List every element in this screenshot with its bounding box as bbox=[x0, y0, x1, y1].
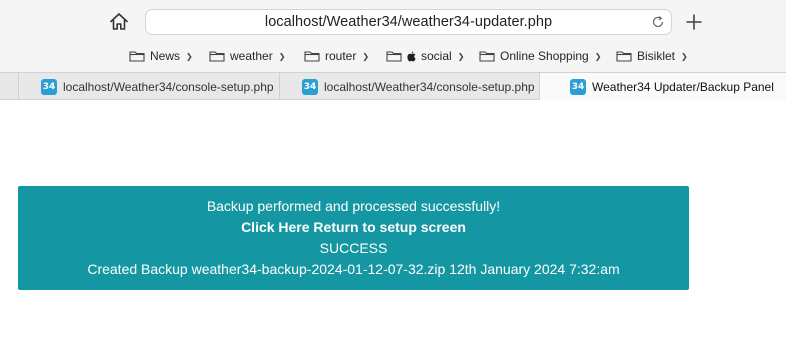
chevron-down-icon: ❯ bbox=[457, 51, 465, 61]
browser-chrome: localhost/Weather34/weather34-updater.ph… bbox=[0, 0, 786, 100]
chevron-down-icon: ❯ bbox=[362, 51, 370, 61]
chevron-down-icon: ❯ bbox=[278, 51, 286, 61]
success-banner: Backup performed and processed successfu… bbox=[18, 186, 689, 290]
folder-icon bbox=[209, 51, 225, 62]
tab-console-setup-1[interactable]: 34 localhost/Weather34/console-setup.php bbox=[18, 73, 280, 100]
url-text: localhost/Weather34/weather34-updater.ph… bbox=[264, 14, 553, 30]
bookmark-bisiklet[interactable]: Bisiklet ❯ bbox=[616, 44, 688, 68]
address-bar[interactable]: localhost/Weather34/weather34-updater.ph… bbox=[145, 9, 672, 35]
bookmarks-bar: News ❯ weather ❯ router ❯ social ❯ Onlin… bbox=[0, 44, 786, 68]
folder-icon bbox=[479, 51, 495, 62]
tab-label: Weather34 Updater/Backup Panel bbox=[592, 79, 774, 94]
bookmark-label: Bisiklet bbox=[637, 49, 676, 63]
bookmark-label: News bbox=[150, 49, 181, 63]
home-icon bbox=[110, 12, 128, 30]
bookmark-online-shopping[interactable]: Online Shopping ❯ bbox=[479, 44, 601, 68]
bookmark-router[interactable]: router ❯ bbox=[304, 44, 369, 68]
backup-created-text: Created Backup weather34-backup-2024-01-… bbox=[87, 261, 620, 277]
backup-success-message: Backup performed and processed successfu… bbox=[206, 198, 501, 214]
chevron-down-icon: ❯ bbox=[186, 51, 193, 61]
bookmark-label: social bbox=[421, 49, 452, 63]
folder-icon bbox=[386, 51, 402, 62]
tab-label: localhost/Weather34/console-setup.php bbox=[324, 79, 535, 94]
new-tab-button[interactable] bbox=[684, 12, 704, 32]
browser-toolbar: localhost/Weather34/weather34-updater.ph… bbox=[0, 0, 786, 42]
home-button[interactable] bbox=[108, 10, 130, 32]
folder-icon bbox=[304, 51, 320, 62]
weather34-favicon-icon: 34 bbox=[41, 78, 57, 95]
tab-updater-backup-panel[interactable]: 34 Weather34 Updater/Backup Panel bbox=[540, 73, 786, 100]
chevron-down-icon: ❯ bbox=[594, 51, 602, 61]
tab-console-setup-2[interactable]: 34 localhost/Weather34/console-setup.php bbox=[280, 73, 540, 100]
weather34-favicon-icon: 34 bbox=[570, 78, 586, 95]
chevron-down-icon: ❯ bbox=[681, 51, 688, 61]
reload-icon[interactable] bbox=[651, 15, 665, 29]
bookmark-label: Online Shopping bbox=[500, 49, 589, 63]
bookmark-social[interactable]: social ❯ bbox=[386, 44, 464, 68]
weather34-favicon-icon: 34 bbox=[302, 78, 318, 95]
folder-icon bbox=[129, 51, 145, 62]
status-text: SUCCESS bbox=[319, 240, 388, 256]
return-to-setup-link[interactable]: Click Here Return to setup screen bbox=[241, 217, 466, 238]
bookmark-weather[interactable]: weather ❯ bbox=[209, 44, 285, 68]
tab-label: localhost/Weather34/console-setup.php bbox=[63, 79, 274, 94]
page-content: Backup performed and processed successfu… bbox=[0, 101, 786, 360]
bookmark-label: weather bbox=[230, 49, 273, 63]
folder-icon bbox=[616, 51, 632, 62]
plus-icon bbox=[686, 14, 702, 30]
bookmark-label: router bbox=[325, 49, 357, 63]
bookmark-news[interactable]: News ❯ bbox=[129, 44, 193, 68]
tab-bar: 34 localhost/Weather34/console-setup.php… bbox=[0, 72, 786, 100]
apple-icon bbox=[407, 51, 416, 61]
